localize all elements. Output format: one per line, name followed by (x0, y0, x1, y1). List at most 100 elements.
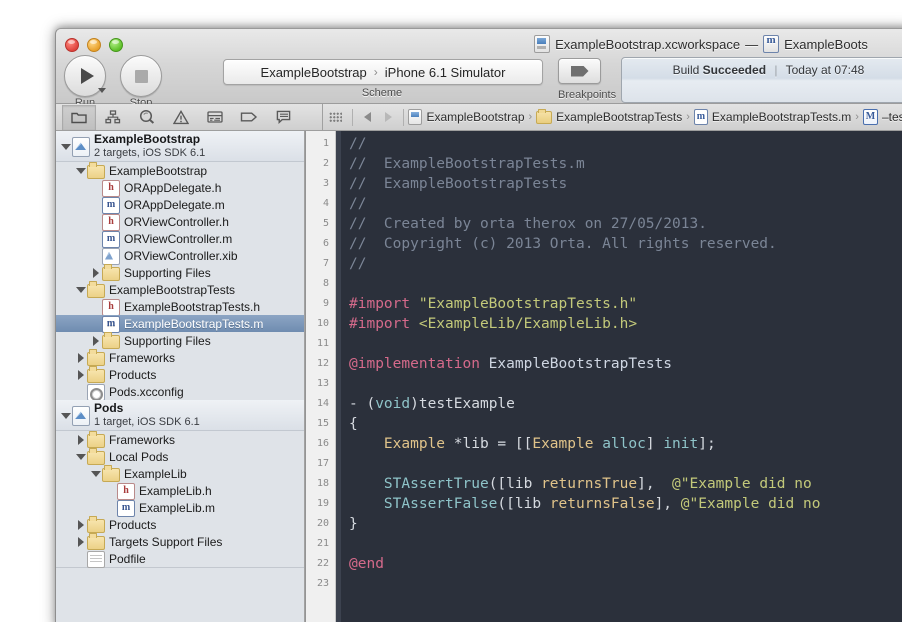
status-prefix: Build (672, 63, 700, 77)
code-line[interactable] (349, 574, 902, 594)
code-line[interactable]: @end (349, 554, 902, 574)
code-content[interactable]: // // ExampleBootstrapTests.m // ExampleBo… (341, 131, 902, 622)
test-navigator-icon[interactable] (198, 105, 232, 130)
navigator-row-file-orviewcontroller-m[interactable]: ORViewController.m (56, 230, 304, 248)
code-line[interactable]: #import "ExampleBootstrapTests.h" (349, 294, 902, 314)
secondary-toolbar-row: ExampleBootstrap › ExampleBootstrapTests… (56, 104, 902, 131)
navigator-row-file-podfile[interactable]: Podfile (56, 550, 304, 568)
forward-arrow-icon[interactable] (378, 112, 399, 122)
code-token: // Created by orta therox on 27/05/2013. (349, 216, 707, 232)
navigator-row-file-orviewcontroller-h[interactable]: ORViewController.h (56, 213, 304, 231)
breadcrumb-item-group[interactable]: ExampleBootstrapTests (536, 108, 682, 124)
navigator-row-file-examplelib-m[interactable]: ExampleLib.m (56, 499, 304, 517)
disclosure-triangle-closed-icon[interactable] (90, 335, 102, 347)
navigator-row-group-supporting-files-2[interactable]: Supporting Files (56, 331, 304, 349)
disclosure-triangle-open-icon[interactable] (75, 451, 87, 463)
objc-implementation-icon (763, 34, 780, 53)
code-line[interactable]: - (void)testExample (349, 394, 902, 414)
navigator-row-group-local-pods[interactable]: Local Pods (56, 447, 304, 465)
code-line[interactable]: // Created by orta therox on 27/05/2013. (349, 214, 902, 234)
project-navigator-icon[interactable] (62, 104, 96, 130)
code-line[interactable]: // Copyright (c) 2013 Orta. All rights r… (349, 234, 902, 254)
code-line[interactable]: STAssertTrue([lib returnsTrue], @"Exampl… (349, 474, 902, 494)
navigator-row-file-orappdelegate-m[interactable]: ORAppDelegate.m (56, 196, 304, 214)
disclosure-triangle-closed-icon[interactable] (75, 352, 87, 364)
navigator-row-label: ORViewController.m (124, 231, 233, 246)
navigator-row-group-examplelib[interactable]: ExampleLib (56, 464, 304, 482)
log-navigator-icon[interactable] (266, 105, 300, 130)
navigator-row-file-pods-xcconfig[interactable]: Pods.xcconfig (56, 383, 304, 401)
code-token: init (663, 436, 699, 452)
breadcrumb-item-symbol[interactable]: –testE (862, 109, 902, 125)
objc-implementation-icon (693, 109, 708, 125)
disclosure-triangle-closed-icon[interactable] (75, 519, 87, 531)
code-line[interactable]: #import <ExampleLib/ExampleLib.h> (349, 314, 902, 334)
code-line[interactable] (349, 454, 902, 474)
workspace-icon (534, 35, 551, 53)
navigator-row-group-targets-support-files[interactable]: Targets Support Files (56, 532, 304, 550)
code-line[interactable]: { (349, 414, 902, 434)
run-button[interactable] (64, 55, 106, 97)
folder-icon (102, 263, 120, 281)
line-number: 6 (322, 238, 329, 249)
navigator-row-group-products-1[interactable]: Products (56, 365, 304, 383)
navigator-row-project-exampleBootstrap[interactable]: ExampleBootstrap 2 targets, iOS SDK 6.1 (56, 131, 304, 162)
navigator-row-group-products-2[interactable]: Products (56, 515, 304, 533)
code-line[interactable]: // ExampleBootstrapTests.m (349, 154, 902, 174)
issue-navigator-icon[interactable] (164, 105, 198, 130)
code-line[interactable]: // ExampleBootstrapTests (349, 174, 902, 194)
navigator-row-label: ExampleBootstrap (109, 163, 208, 178)
code-line[interactable]: // (349, 254, 902, 274)
code-line[interactable]: @implementation ExampleBootstrapTests (349, 354, 902, 374)
navigator-row-file-examplelib-h[interactable]: ExampleLib.h (56, 482, 304, 500)
code-line[interactable] (349, 374, 902, 394)
navigator-row-group-exampleBootstrap[interactable]: ExampleBootstrap (56, 161, 304, 179)
navigator-row-group-frameworks-1[interactable]: Frameworks (56, 348, 304, 366)
disclosure-triangle-closed-icon[interactable] (75, 434, 87, 446)
breadcrumb-item-project[interactable]: ExampleBootstrap (408, 109, 525, 125)
disclosure-triangle-closed-icon[interactable] (90, 267, 102, 279)
breakpoint-navigator-icon[interactable] (232, 105, 266, 130)
navigator-row-file-orappdelegate-h[interactable]: ORAppDelegate.h (56, 179, 304, 197)
code-line[interactable] (349, 334, 902, 354)
source-editor[interactable]: 1 2 3 4 5 6 7 8 9 10 11 12 13 14 15 16 17 18 19 20 21 22 23 //… (306, 131, 902, 622)
disclosure-triangle-open-icon[interactable] (75, 165, 87, 177)
code-line[interactable] (349, 534, 902, 554)
disclosure-triangle-open-icon[interactable] (60, 141, 72, 153)
navigator-row-group-supporting-files-1[interactable]: Supporting Files (56, 263, 304, 281)
code-line[interactable]: // (349, 134, 902, 154)
disclosure-triangle-open-icon[interactable] (90, 468, 102, 480)
disclosure-triangle-open-icon[interactable] (75, 284, 87, 296)
code-token: // Copyright (c) 2013 Orta. All rights r… (349, 236, 777, 252)
breadcrumb-item-file[interactable]: ExampleBootstrapTests.m (693, 109, 851, 125)
stop-button[interactable] (120, 55, 162, 97)
scheme-selector[interactable]: ExampleBootstrap › iPhone 6.1 Simulator (223, 59, 543, 85)
search-navigator-icon[interactable] (130, 105, 164, 130)
grip-handle-icon[interactable] (329, 111, 343, 123)
navigator-row-project-pods[interactable]: Pods 1 target, iOS SDK 6.1 (56, 400, 304, 431)
disclosure-triangle-closed-icon[interactable] (75, 536, 87, 548)
navigator-row-group-exampleBootstrapTests[interactable]: ExampleBootstrapTests (56, 280, 304, 298)
navigator-selector-bar (56, 104, 323, 130)
xcode-window: ExampleBootstrap.xcworkspace — ExampleBo… (55, 28, 902, 622)
project-navigator[interactable]: ExampleBootstrap 2 targets, iOS SDK 6.1 Ex… (56, 131, 304, 622)
code-line[interactable] (349, 274, 902, 294)
code-token: ([lib (488, 476, 542, 492)
disclosure-triangle-open-icon[interactable] (60, 410, 72, 422)
navigator-row-file-examplebootstraptests-m[interactable]: ExampleBootstrapTests.m (56, 315, 304, 333)
navigator-row-file-orviewcontroller-xib[interactable]: ORViewController.xib (56, 247, 304, 265)
code-line[interactable]: Example *lib = [[Example alloc] init]; (349, 434, 902, 454)
disclosure-triangle-closed-icon[interactable] (75, 369, 87, 381)
back-arrow-icon[interactable] (357, 112, 378, 122)
navigator-row-group-frameworks-2[interactable]: Frameworks (56, 430, 304, 448)
code-line[interactable]: // (349, 194, 902, 214)
code-line[interactable]: } (349, 514, 902, 534)
symbol-navigator-icon[interactable] (96, 105, 130, 130)
code-line[interactable]: STAssertFalse([lib returnsFalse], @"Exam… (349, 494, 902, 514)
navigator-row-file-examplebootstraptests-h[interactable]: ExampleBootstrapTests.h (56, 298, 304, 316)
activity-status-bar[interactable]: Build Succeeded | Today at 07:48 (621, 57, 902, 103)
breakpoints-toggle-button[interactable] (558, 58, 601, 84)
